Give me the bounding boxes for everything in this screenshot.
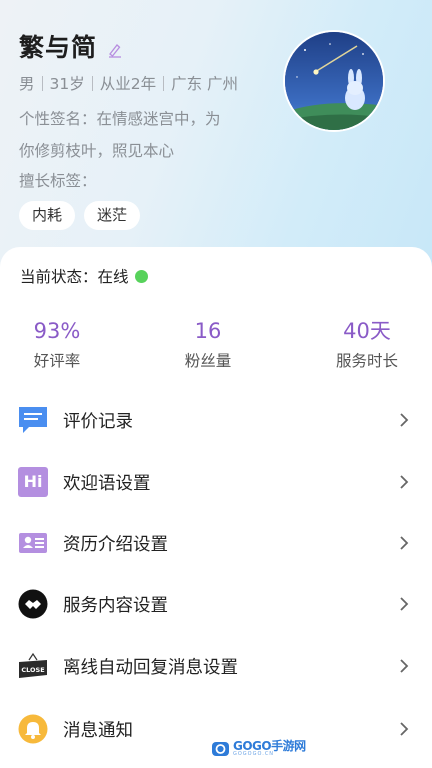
stat-service-time: 40天 服务时长 (330, 317, 404, 371)
stat-rating: 93% 好评率 (27, 317, 87, 371)
stat-fans: 16 粉丝量 (178, 317, 238, 371)
handshake-icon (18, 589, 48, 619)
watermark: GOGO手游网 GOGOGO.CN (212, 740, 306, 757)
menu-item-welcome[interactable]: Hi 欢迎语设置 (0, 457, 432, 507)
profile-meta: 男 31岁 从业2年 广东 广州 (19, 72, 238, 94)
chevron-right-icon (400, 536, 409, 550)
menu-item-auto-reply[interactable]: CLOSE 离线自动回复消息设置 (0, 641, 432, 691)
tags-label: 擅长标签： (19, 172, 97, 190)
chevron-right-icon (400, 597, 409, 611)
age: 31岁 (49, 75, 85, 93)
stat-label: 粉丝量 (184, 352, 232, 370)
divider (91, 75, 93, 91)
menu-label: 评价记录 (63, 411, 133, 432)
id-card-icon (18, 528, 48, 558)
tag-list: 内耗 迷茫 (19, 201, 149, 230)
menu-label: 欢迎语设置 (63, 473, 151, 494)
chevron-right-icon (400, 475, 409, 489)
name-row: 繁与简 (19, 28, 123, 64)
close-sign-icon: CLOSE (18, 651, 48, 681)
stat-value: 93% (33, 319, 81, 343)
menu-item-services[interactable]: 服务内容设置 (0, 579, 432, 629)
edit-icon[interactable] (107, 42, 123, 58)
stat-label: 服务时长 (335, 352, 398, 370)
tag: 迷茫 (84, 201, 141, 230)
signature: 个性签名：在情感迷宫中，为 你修剪枝叶，照见本心 (19, 103, 269, 167)
stat-value: 16 (194, 319, 222, 343)
menu-label: 消息通知 (63, 720, 133, 741)
status-value: 在线 (97, 268, 129, 286)
gender: 男 (19, 75, 35, 93)
bell-icon (18, 714, 48, 744)
profile-name: 繁与简 (19, 33, 98, 62)
avatar-illustration (285, 32, 383, 130)
close-sign-text: CLOSE (21, 666, 44, 674)
menu-label: 服务内容设置 (63, 595, 168, 616)
hi-badge: Hi (18, 467, 48, 497)
current-status: 当前状态： 在线 (20, 265, 148, 287)
online-dot (134, 269, 148, 283)
signature-line: 个性签名：在情感迷宫中，为 (19, 110, 221, 128)
chevron-right-icon (400, 659, 409, 673)
stat-value: 40天 (343, 319, 391, 343)
content-card: 当前状态： 在线 93% 好评率 16 粉丝量 40天 服务时长 评价记录 Hi… (0, 247, 432, 768)
comment-icon (18, 405, 48, 435)
menu-item-credentials[interactable]: 资历介绍设置 (0, 518, 432, 568)
divider (163, 75, 165, 91)
signature-line: 你修剪枝叶，照见本心 (19, 142, 175, 160)
chevron-right-icon (400, 413, 409, 427)
chevron-right-icon (400, 722, 409, 736)
tag: 内耗 (19, 201, 76, 230)
experience: 从业2年 (99, 75, 157, 93)
stat-label: 好评率 (33, 352, 81, 370)
status-label: 当前状态： (20, 268, 98, 286)
avatar[interactable] (283, 30, 385, 132)
menu-label: 资历介绍设置 (63, 534, 168, 555)
menu-label: 离线自动回复消息设置 (63, 657, 238, 678)
watermark-logo-icon (212, 741, 229, 756)
location: 广东 广州 (171, 75, 239, 93)
hi-icon: Hi (18, 467, 48, 497)
menu-item-reviews[interactable]: 评价记录 (0, 395, 432, 445)
divider (41, 75, 43, 91)
